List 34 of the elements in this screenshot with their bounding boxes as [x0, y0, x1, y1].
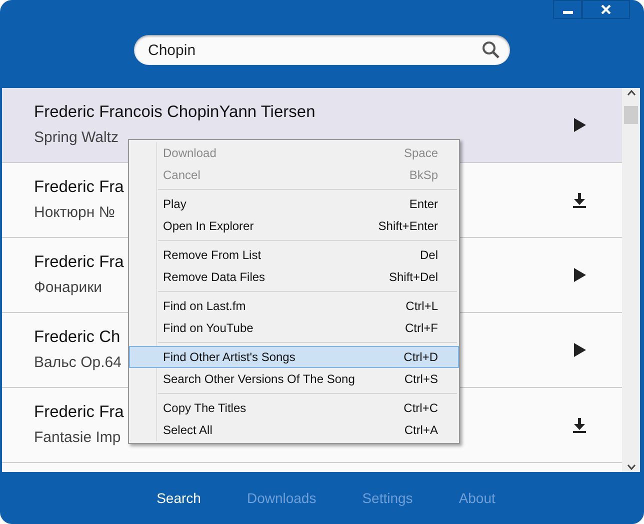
- menu-item-shortcut: Ctrl+D: [404, 349, 438, 366]
- menu-item-shortcut: Ctrl+L: [406, 298, 438, 315]
- track-title: Frederic Francois ChopinYann Tiersen: [34, 102, 316, 124]
- menu-item-shortcut: Enter: [409, 196, 438, 213]
- track-subtitle: Фонарики: [34, 278, 102, 298]
- menu-item-shortcut: Shift+Del: [388, 269, 438, 286]
- menu-item-shortcut: Space: [404, 145, 438, 162]
- menu-item-label: Play: [163, 196, 188, 213]
- menu-item-label: Copy The Titles: [163, 400, 248, 417]
- menu-item-shortcut: BkSp: [409, 167, 438, 184]
- menu-item-shortcut: Del: [420, 247, 438, 264]
- menu-item-shortcut: Shift+Enter: [378, 218, 438, 235]
- menu-item-label: Open In Explorer: [163, 218, 255, 235]
- menu-item-shortcut: Ctrl+S: [404, 371, 438, 388]
- menu-item-label: Find on Last.fm: [163, 298, 247, 315]
- menu-item-label: Remove Data Files: [163, 269, 266, 286]
- menu-item-label: Cancel: [163, 167, 202, 184]
- track-subtitle: Ноктюрн №: [34, 203, 115, 224]
- menu-item-label: Find on YouTube: [163, 320, 254, 337]
- track-title: Frederic Fra: [34, 402, 124, 424]
- track-title: Frederic Fra: [34, 177, 124, 198]
- menu-item-label: Download: [163, 145, 218, 162]
- track-subtitle: Fantasie Imp: [34, 428, 121, 448]
- menu-item-shortcut: Ctrl+A: [404, 422, 438, 439]
- menu-item-label: Remove From List: [163, 247, 262, 264]
- menu-item-label: Search Other Versions Of The Song: [163, 371, 356, 388]
- menu-item-shortcut: Ctrl+C: [404, 400, 438, 417]
- track-title: Frederic Fra: [34, 252, 124, 274]
- track-subtitle: Вальс Op.64: [34, 353, 122, 374]
- menu-item-label: Find Other Artist's Songs: [163, 349, 296, 366]
- track-subtitle: Spring Waltz: [34, 128, 118, 148]
- track-title: Frederic Ch: [34, 327, 120, 348]
- menu-item-label: Select All: [163, 422, 214, 439]
- menu-item-shortcut: Ctrl+F: [405, 320, 438, 337]
